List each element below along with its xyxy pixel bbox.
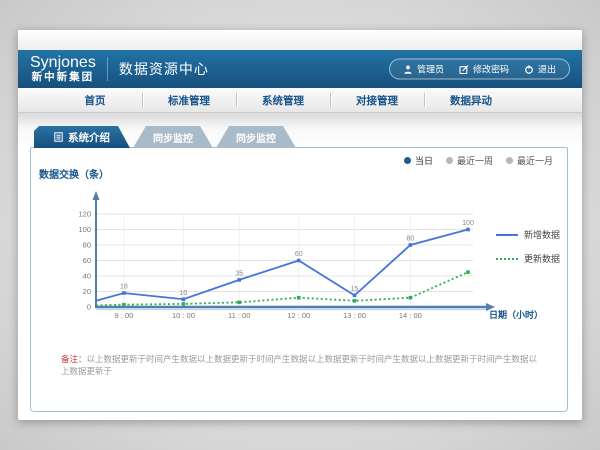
solid-line-icon	[496, 234, 518, 236]
radio-icon	[404, 157, 411, 164]
x-axis-title: 日期（小时）	[489, 309, 543, 320]
filter-label: 当日	[415, 154, 433, 167]
header-divider	[107, 57, 108, 81]
filter-label: 最近一周	[457, 154, 493, 167]
x-tick-label: 12 : 00	[287, 311, 310, 320]
y-tick-label: 60	[83, 256, 91, 265]
power-icon	[524, 64, 534, 74]
logo-primary-text: Synjones	[30, 55, 96, 72]
tab-label: 同步监控	[153, 130, 193, 145]
chart-point	[182, 302, 186, 306]
company-logo: Synjones 新中新集团	[30, 55, 96, 83]
chart-point	[353, 299, 357, 303]
tab-sync-monitor-1[interactable]: 同步监控	[133, 126, 213, 148]
footer-note: 备注：以上数据更新于时间产生数据以上数据更新于时间产生数据以上数据更新于时间产生…	[61, 354, 541, 378]
legend-label: 新增数据	[524, 228, 560, 241]
date-range-filter-group: 当日 最近一周 最近一月	[404, 154, 553, 167]
content-panel: 当日 最近一周 最近一月 数据交换（条） 9 : 00 10 : 00 11 : 0…	[30, 147, 568, 412]
chart-point	[237, 301, 241, 305]
change-password-label: 修改密码	[473, 63, 509, 76]
line-chart: 9 : 00 10 : 00 11 : 00 12 : 00 13 : 00 14 : 0…	[61, 185, 561, 330]
y-tick-label: 120	[78, 210, 91, 219]
chart-point	[297, 296, 301, 300]
point-label: 100	[462, 220, 474, 227]
chart-point	[237, 278, 241, 282]
chart-point	[409, 243, 413, 247]
dotted-line-icon	[496, 258, 518, 260]
nav-item-data-changes[interactable]: 数据异动	[424, 88, 518, 112]
chart-point	[122, 291, 126, 295]
point-label: 80	[406, 236, 414, 243]
user-menu: 管理员 修改密码 退出	[389, 59, 570, 80]
y-axis-arrow	[93, 191, 100, 200]
x-tick-label: 14 : 00	[399, 311, 422, 320]
tab-sync-monitor-2[interactable]: 同步监控	[216, 126, 296, 148]
nav-item-home[interactable]: 首页	[48, 88, 142, 112]
legend-item-updated-data[interactable]: 更新数据	[496, 252, 560, 265]
user-account-button[interactable]: 管理员	[403, 63, 444, 76]
chart-legend: 新增数据 更新数据	[496, 228, 560, 265]
filter-last-week[interactable]: 最近一周	[446, 154, 493, 167]
user-icon	[403, 64, 413, 74]
y-tick-label: 20	[83, 287, 91, 296]
radio-icon	[446, 157, 453, 164]
nav-item-standard-mgmt[interactable]: 标准管理	[142, 88, 236, 112]
user-name-label: 管理员	[417, 63, 444, 76]
main-nav: 首页 标准管理 系统管理 对接管理 数据异动	[18, 88, 582, 113]
x-tick-label: 9 : 00	[115, 311, 134, 320]
chart-point	[353, 294, 357, 298]
y-tick-label: 100	[78, 225, 91, 234]
legend-item-new-data[interactable]: 新增数据	[496, 228, 560, 241]
tab-label: 同步监控	[236, 130, 276, 145]
y-axis-title: 数据交换（条）	[39, 166, 109, 181]
filter-today[interactable]: 当日	[404, 154, 433, 167]
chart-point	[466, 228, 470, 232]
edit-icon	[459, 64, 469, 74]
point-label: 60	[295, 251, 303, 258]
logo-secondary-text: 新中新集团	[32, 72, 95, 83]
point-label: 10	[180, 290, 188, 297]
y-tick-label: 40	[83, 272, 91, 281]
radio-icon	[506, 157, 513, 164]
tab-system-intro[interactable]: 系统介绍	[34, 126, 130, 148]
chart-point	[182, 297, 186, 301]
chart-point	[409, 296, 413, 300]
tab-bar: 系统介绍 同步监控 同步监控	[34, 126, 299, 148]
point-label: 18	[120, 284, 128, 291]
app-window: Synjones 新中新集团 数据资源中心 管理员	[18, 30, 582, 420]
point-label: 35	[235, 270, 243, 277]
legend-label: 更新数据	[524, 252, 560, 265]
x-tick-label: 10 : 00	[172, 311, 195, 320]
chart-point	[122, 303, 126, 307]
nav-item-interface-mgmt[interactable]: 对接管理	[330, 88, 424, 112]
document-icon	[54, 132, 63, 142]
x-tick-label: 11 : 00	[228, 311, 250, 320]
nav-item-system-mgmt[interactable]: 系统管理	[236, 88, 330, 112]
filter-label: 最近一月	[517, 154, 553, 167]
window-top-strip	[18, 30, 582, 50]
point-label: 15	[351, 286, 359, 293]
line-chart-svg: 9 : 00 10 : 00 11 : 00 12 : 00 13 : 00 14 : 0…	[61, 185, 561, 330]
desktop-background: Synjones 新中新集团 数据资源中心 管理员	[0, 0, 600, 450]
logout-label: 退出	[538, 63, 556, 76]
filter-last-month[interactable]: 最近一月	[506, 154, 553, 167]
tab-label: 系统介绍	[68, 130, 110, 145]
x-tick-label: 13 : 00	[343, 311, 366, 320]
y-tick-label: 80	[83, 241, 91, 250]
page-title: 数据资源中心	[119, 59, 209, 79]
note-prefix: 备注：	[61, 354, 87, 364]
chart-line	[96, 272, 468, 305]
logout-button[interactable]: 退出	[524, 63, 556, 76]
change-password-button[interactable]: 修改密码	[459, 63, 509, 76]
y-tick-label: 0	[87, 303, 91, 312]
app-header: Synjones 新中新集团 数据资源中心 管理员	[18, 50, 582, 88]
note-text: 以上数据更新于时间产生数据以上数据更新于时间产生数据以上数据更新于时间产生数据以…	[61, 354, 537, 376]
chart-point	[466, 270, 470, 274]
chart-point	[297, 259, 301, 263]
